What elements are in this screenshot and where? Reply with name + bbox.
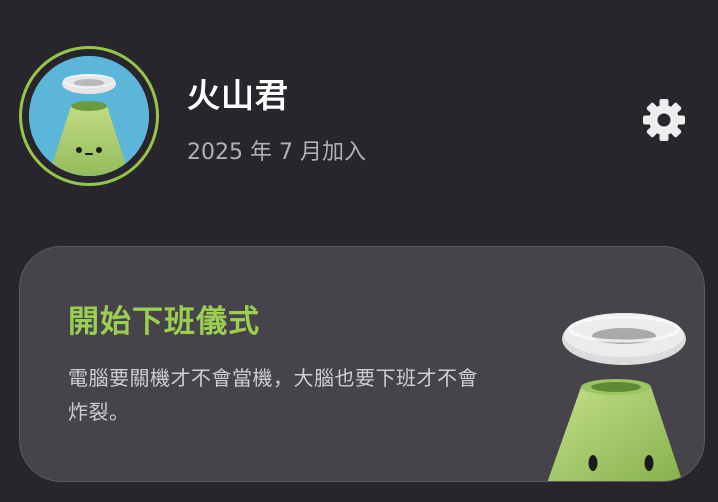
- gear-icon: [643, 99, 685, 141]
- avatar[interactable]: [29, 56, 149, 176]
- volcano-mascot-icon: [29, 56, 149, 176]
- join-date: 2025 年 7 月加入: [187, 140, 366, 165]
- settings-button[interactable]: [640, 96, 688, 144]
- profile-screen: 火山君 2025 年 7 月加入 開始下班儀式 電腦要關機才不會當機，大腦也要下…: [0, 0, 718, 502]
- card-title: 開始下班儀式: [68, 304, 260, 340]
- volcano-mascot-icon: [547, 313, 686, 481]
- shutdown-ritual-card[interactable]: 開始下班儀式 電腦要關機才不會當機，大腦也要下班才不會炸裂。: [19, 246, 705, 482]
- card-description: 電腦要關機才不會當機，大腦也要下班才不會炸裂。: [68, 366, 478, 424]
- user-name: 火山君: [187, 76, 289, 115]
- card-illustration: [535, 305, 695, 481]
